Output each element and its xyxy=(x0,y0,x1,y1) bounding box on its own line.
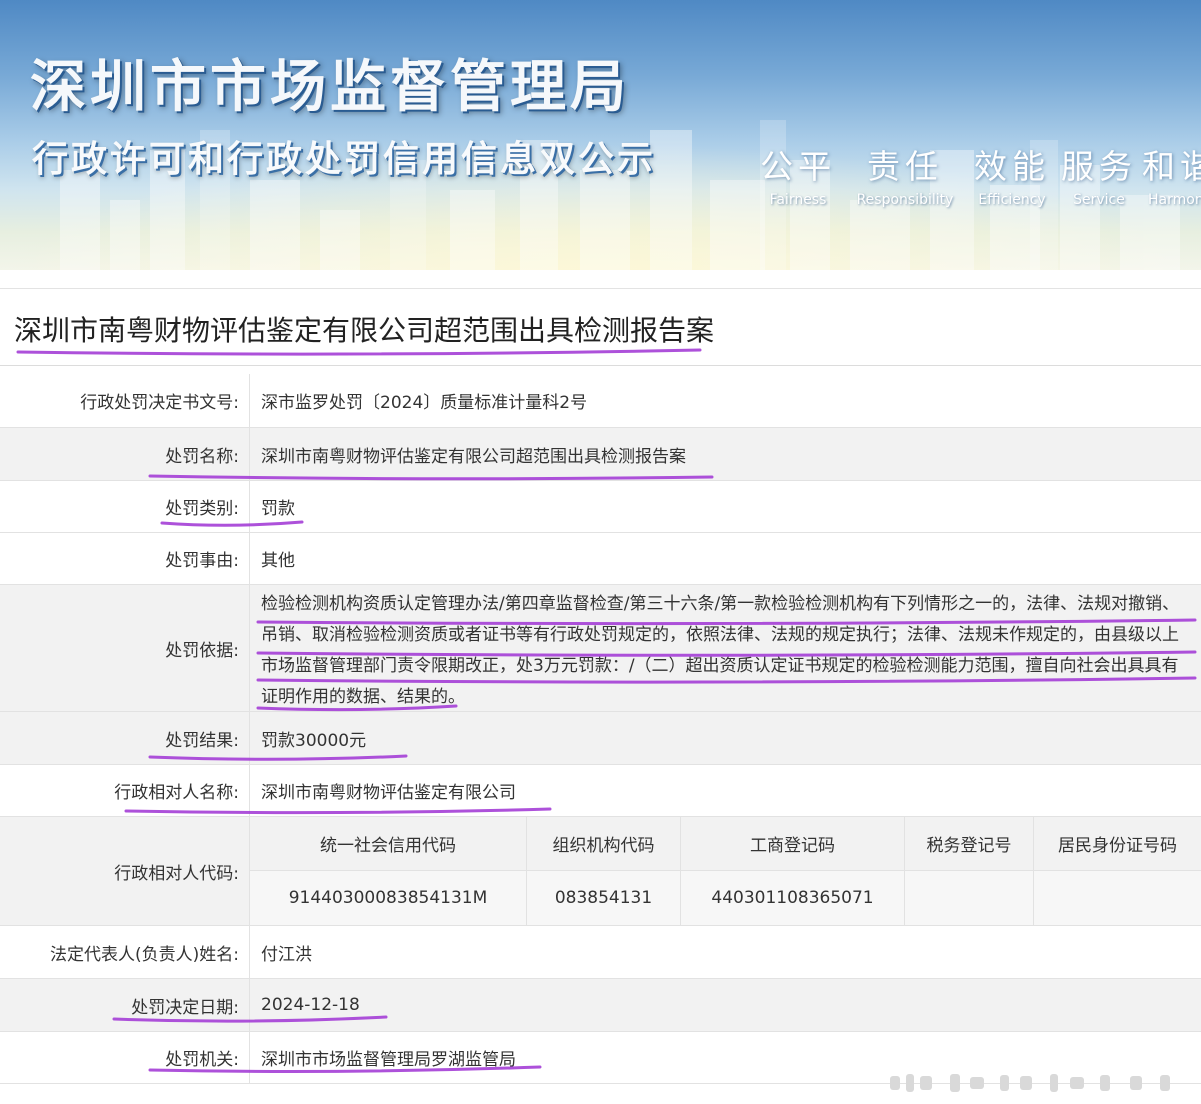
motto-zh: 和谐 xyxy=(1142,147,1201,186)
code-value xyxy=(905,871,1034,925)
motto-item: 服务 Service xyxy=(1058,140,1140,208)
row-legal-rep: 法定代表人(负责人)姓名: 付江洪 xyxy=(0,926,1201,979)
motto-item: 和谐 Harmony xyxy=(1140,140,1201,208)
motto-item: 责任 Responsibility xyxy=(844,140,966,208)
agency-subtitle: 行政许可和行政处罚信用信息双公示 xyxy=(32,138,657,180)
motto-en: Responsibility xyxy=(856,192,954,208)
field-value: 深圳市南粤财物评估鉴定有限公司 xyxy=(261,783,516,803)
basis-line: 市场监督管理部门责令限期改正，处3万元罚款：/（二）超出资质认定证书规定的检验检… xyxy=(261,656,1179,676)
code-value: 440301108365071 xyxy=(681,871,905,925)
agency-title: 深圳市市场监督管理局 xyxy=(30,54,630,120)
motto-zh: 责任 xyxy=(867,147,943,186)
field-label: 行政相对人名称: xyxy=(0,765,250,816)
code-value: 083854131 xyxy=(527,871,681,925)
motto-zh: 公平 xyxy=(760,147,836,186)
row-penalty-result: 处罚结果: 罚款30000元 xyxy=(0,712,1201,765)
party-codes-grid: 统一社会信用代码 组织机构代码 工商登记码 税务登记号 居民身份证号码 9144… xyxy=(250,817,1201,925)
field-value-multiline: 检验检测机构资质认定管理办法/第四章监督检查/第三十六条/第一款检验检测机构有下… xyxy=(250,585,1201,711)
motto-list: 公平 Fairness 责任 Responsibility 效能 Efficie… xyxy=(752,140,1201,208)
motto-en: Harmony xyxy=(1148,192,1201,208)
motto-zh: 效能 xyxy=(974,147,1050,186)
field-value: 深市监罗处罚〔2024〕质量标准计量科2号 xyxy=(261,393,588,413)
field-value: 其他 xyxy=(261,551,295,571)
field-value: 罚款30000元 xyxy=(261,730,367,751)
motto-en: Fairness xyxy=(769,192,827,208)
row-penalty-name: 处罚名称: 深圳市南粤财物评估鉴定有限公司超范围出具检测报告案 xyxy=(0,428,1201,481)
field-value: 深圳市南粤财物评估鉴定有限公司超范围出具检测报告案 xyxy=(261,446,686,467)
field-value: 罚款 xyxy=(261,499,295,519)
row-decision-no: 行政处罚决定书文号: 深市监罗处罚〔2024〕质量标准计量科2号 xyxy=(0,374,1201,428)
code-header: 居民身份证号码 xyxy=(1034,817,1201,871)
field-label: 行政相对人代码: xyxy=(0,817,250,925)
header-banner: 深圳市市场监督管理局 行政许可和行政处罚信用信息双公示 公平 Fairness … xyxy=(0,0,1201,270)
motto-zh: 服务 xyxy=(1061,147,1137,186)
motto-item: 效能 Efficiency xyxy=(966,140,1058,208)
case-title-bar: 深圳市南粤财物评估鉴定有限公司超范围出具检测报告案 xyxy=(0,288,1201,366)
field-label: 处罚决定日期: xyxy=(0,979,250,1031)
code-header: 工商登记码 xyxy=(681,817,905,871)
field-label: 处罚名称: xyxy=(0,428,250,480)
field-value: 付江洪 xyxy=(261,944,312,965)
basis-line: 证明作用的数据、结果的。 xyxy=(261,687,465,707)
code-value xyxy=(1034,871,1201,925)
row-party-name: 行政相对人名称: 深圳市南粤财物评估鉴定有限公司 xyxy=(0,765,1201,817)
field-label: 处罚事由: xyxy=(0,533,250,584)
code-value: 91440300083854131M xyxy=(250,871,527,925)
field-label: 处罚依据: xyxy=(0,585,250,711)
field-label: 法定代表人(负责人)姓名: xyxy=(0,926,250,978)
motto-en: Service xyxy=(1073,192,1125,208)
basis-line: 吊销、取消检验检测资质或者证书等有行政处罚规定的，依照法律、法规的规定执行；法律… xyxy=(261,625,1179,645)
code-header: 税务登记号 xyxy=(905,817,1034,871)
case-title: 深圳市南粤财物评估鉴定有限公司超范围出具检测报告案 xyxy=(14,314,715,347)
row-party-codes: 行政相对人代码: 统一社会信用代码 组织机构代码 工商登记码 税务登记号 居民身… xyxy=(0,817,1201,926)
field-label: 行政处罚决定书文号: xyxy=(0,374,250,427)
watermark-mark xyxy=(890,1074,1170,1092)
row-penalty-basis: 处罚依据: 检验检测机构资质认定管理办法/第四章监督检查/第三十六条/第一款检验… xyxy=(0,585,1201,712)
motto-en: Efficiency xyxy=(978,192,1046,208)
field-label: 处罚类别: xyxy=(0,481,250,532)
basis-line: 检验检测机构资质认定管理办法/第四章监督检查/第三十六条/第一款检验检测机构有下… xyxy=(261,594,1180,614)
motto-item: 公平 Fairness xyxy=(752,140,844,208)
row-penalty-type: 处罚类别: 罚款 xyxy=(0,481,1201,533)
field-label: 处罚机关: xyxy=(0,1032,250,1083)
field-value: 2024-12-18 xyxy=(261,995,360,1015)
field-label: 处罚结果: xyxy=(0,712,250,764)
penalty-info-table: 行政处罚决定书文号: 深市监罗处罚〔2024〕质量标准计量科2号 处罚名称: 深… xyxy=(0,374,1201,1084)
row-decision-date: 处罚决定日期: 2024-12-18 xyxy=(0,979,1201,1032)
code-header: 统一社会信用代码 xyxy=(250,817,527,871)
row-penalty-reason: 处罚事由: 其他 xyxy=(0,533,1201,585)
code-header: 组织机构代码 xyxy=(527,817,681,871)
